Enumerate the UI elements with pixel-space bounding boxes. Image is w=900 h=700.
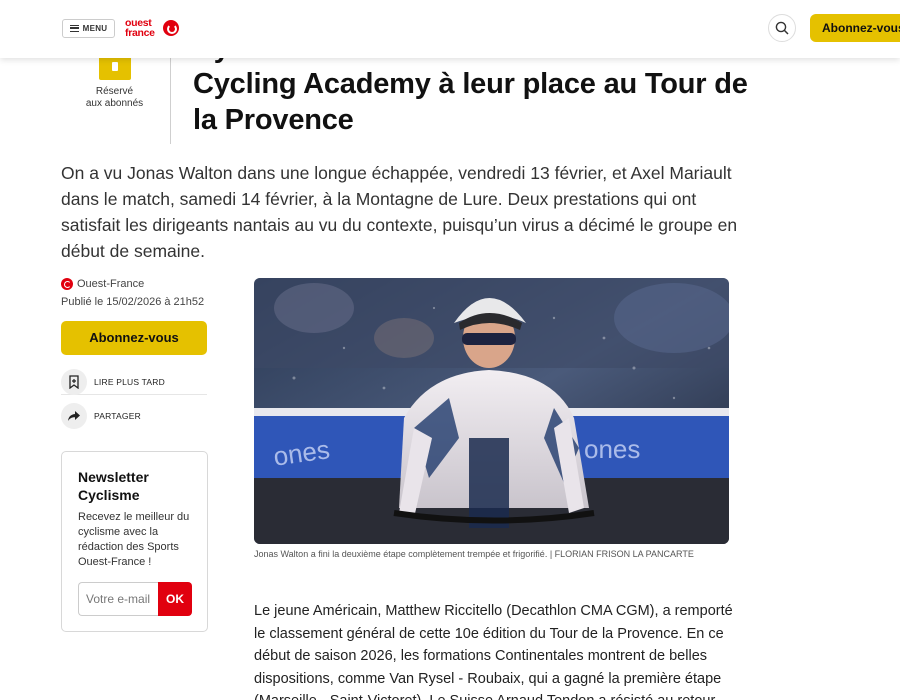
newsletter-form: OK (78, 582, 192, 616)
newsletter-submit-button[interactable]: OK (158, 582, 192, 616)
article: Réservé aux abonnés Cyclisme. Axel Maria… (0, 0, 900, 700)
cyclist-photo-image: ones ones (254, 278, 729, 544)
newsletter-email-input[interactable] (78, 582, 158, 616)
share-icon (61, 403, 87, 429)
article-photo[interactable]: ones ones (254, 278, 729, 544)
hamburger-icon (69, 25, 79, 32)
article-body: Le jeune Américain, Matthew Riccitello (… (254, 603, 733, 700)
ouest-france-logo[interactable]: ouest france (125, 17, 181, 41)
read-later-button[interactable]: LIRE PLUS TARD (61, 368, 207, 395)
bookmark-icon (61, 368, 87, 395)
svg-text:ones: ones (584, 434, 640, 464)
share-button[interactable]: PARTAGER (61, 403, 207, 429)
subscribe-button-header[interactable]: Abonnez-vous (810, 14, 900, 42)
search-icon (775, 21, 789, 35)
top-navigation-bar: MENU ouest france Abonnez-vous (0, 0, 900, 58)
ouest-france-logo-icon (61, 278, 73, 290)
premium-badge-line2: aux abonnés (85, 98, 144, 109)
logo-mark-icon (163, 20, 179, 36)
search-button[interactable] (768, 14, 796, 42)
publish-date: Publié le 15/02/2026 à 21h52 (61, 296, 205, 308)
source-name: Ouest-France (77, 278, 145, 290)
article-source[interactable]: Ouest-France (61, 276, 211, 292)
share-label: PARTAGER (94, 411, 141, 421)
subscribe-button-sidebar[interactable]: Abonnez-vous (61, 321, 207, 355)
newsletter-box: Newsletter Cyclisme Recevez le meilleur … (61, 451, 208, 632)
photo-caption: Jonas Walton a fini la deuxième étape co… (254, 549, 694, 559)
newsletter-text: Recevez le meilleur du cyclisme avec la … (78, 511, 190, 568)
title-divider (170, 48, 171, 144)
read-later-label: LIRE PLUS TARD (94, 376, 165, 387)
article-meta: Ouest-France Publié le 15/02/2026 à 21h5… (61, 276, 211, 429)
menu-button[interactable]: MENU (62, 19, 115, 38)
premium-badge-line1: Réservé (95, 86, 134, 97)
newsletter-title: Newsletter Cyclisme (78, 469, 149, 503)
article-lede: On a vu Jonas Walton dans une longue éch… (61, 163, 738, 261)
logo-text-line2: france (125, 27, 155, 39)
menu-label: MENU (82, 24, 108, 33)
